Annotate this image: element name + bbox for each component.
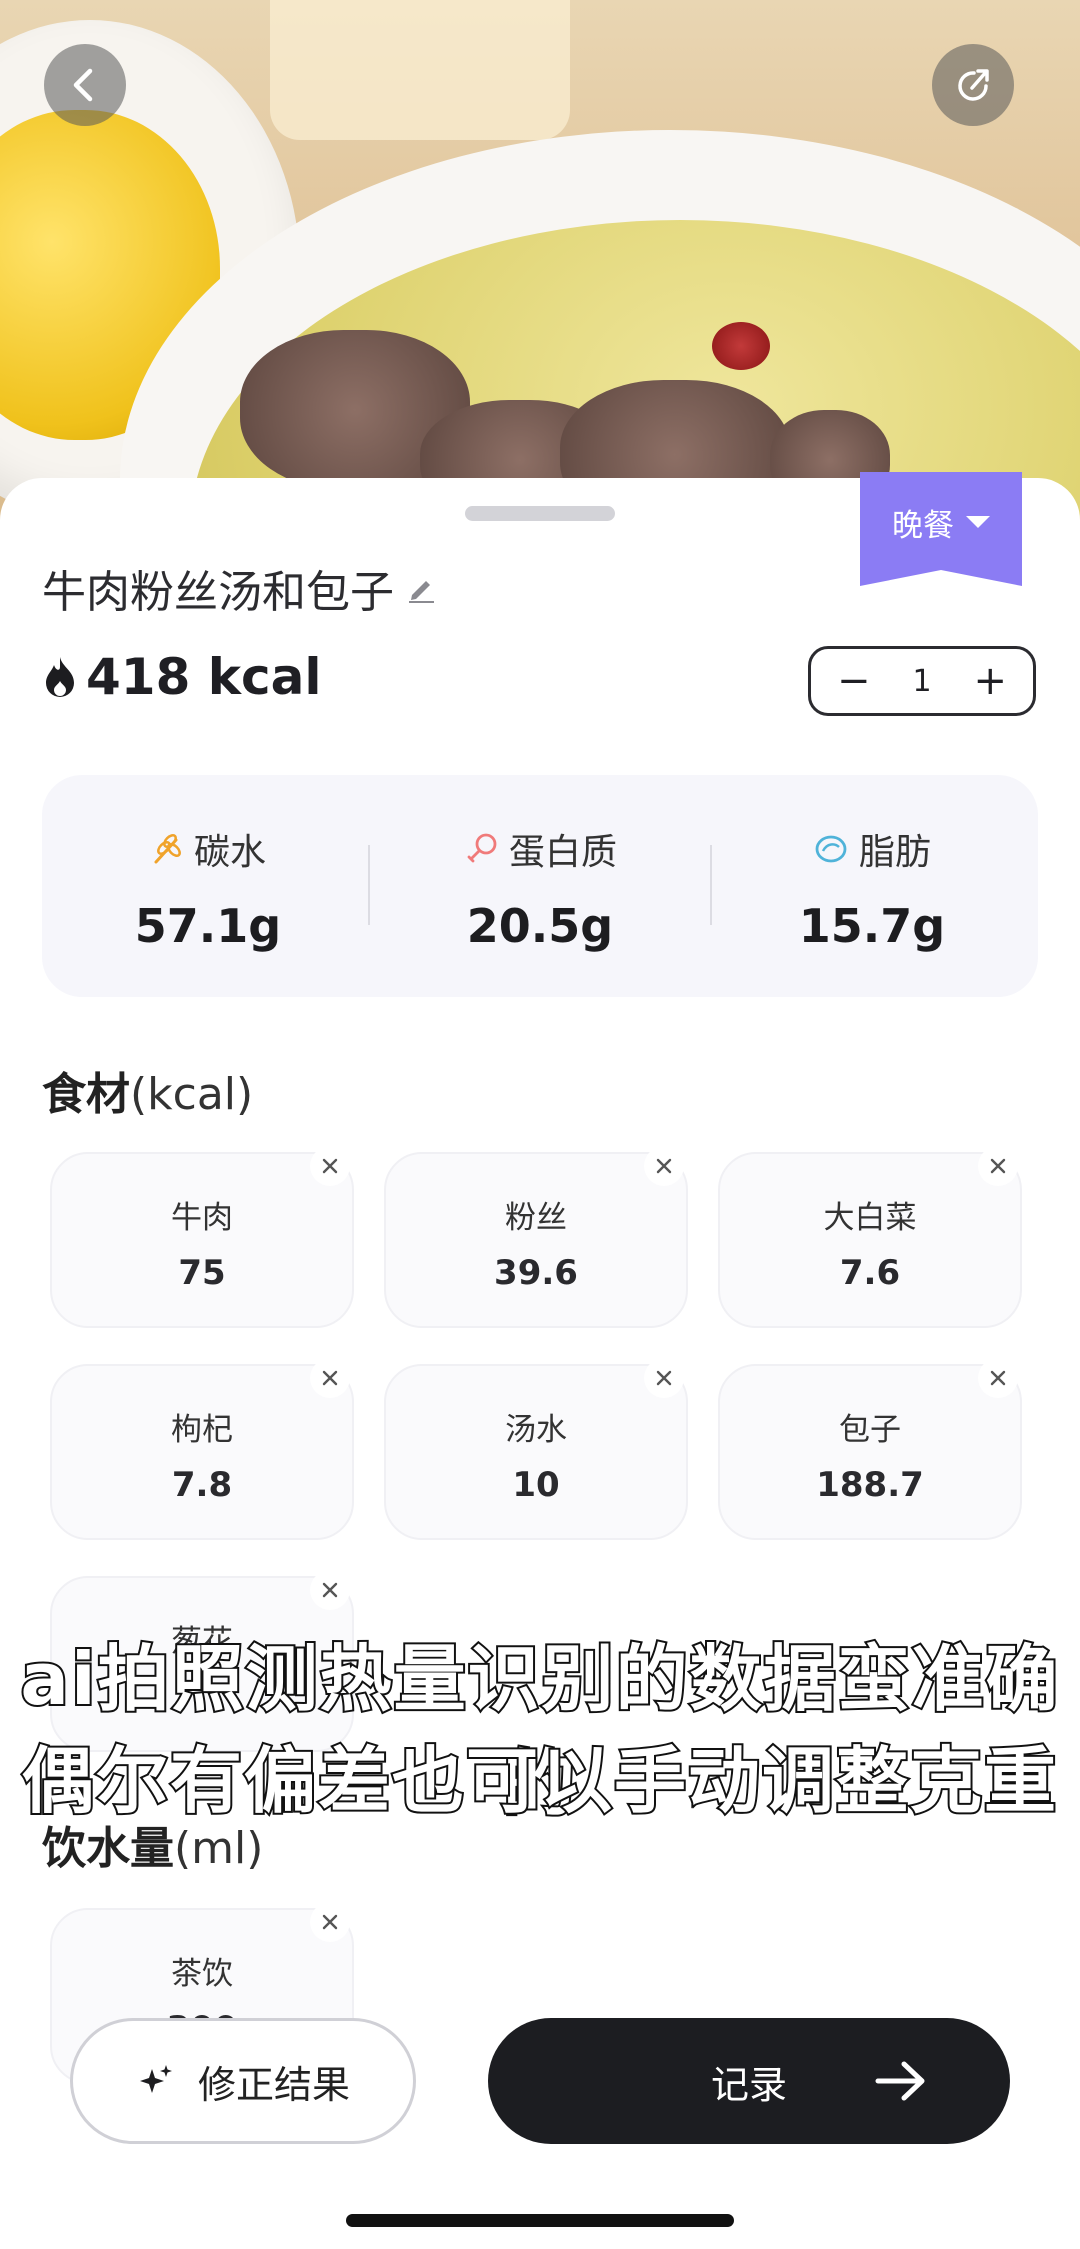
macro-value: 15.7g <box>798 899 946 953</box>
ingredient-chip[interactable]: 汤水 10 <box>384 1358 688 1540</box>
chevron-left-icon <box>73 68 93 102</box>
macro-fat: 脂肪 15.7g <box>706 775 1038 997</box>
meal-type-label: 晚餐 <box>892 508 954 544</box>
macro-carbs: 碳水 57.1g <box>42 775 374 997</box>
calorie-total: 418 kcal <box>40 648 322 706</box>
ingredient-name: 包子 <box>839 1412 901 1448</box>
close-icon[interactable] <box>310 1570 350 1610</box>
ingredient-chip[interactable]: 枸杞 7.8 <box>50 1358 354 1540</box>
drumstick-icon <box>467 833 497 863</box>
macro-label: 脂肪 <box>858 832 931 873</box>
minus-icon[interactable]: − <box>837 661 871 701</box>
ingredients-unit: (kcal) <box>130 1069 254 1120</box>
back-button[interactable] <box>44 44 126 126</box>
macro-summary: 碳水 57.1g 蛋白质 20.5g 脂肪 15.7g <box>42 775 1038 997</box>
ingredient-kcal: 7.8 <box>171 1465 233 1505</box>
close-icon[interactable] <box>310 1358 350 1398</box>
close-icon[interactable] <box>310 1902 350 1942</box>
sparkle-icon <box>139 2065 172 2093</box>
ingredient-name: 枸杞 <box>171 1412 233 1448</box>
ingredient-name: 牛肉 <box>171 1200 233 1236</box>
water-name: 茶饮 <box>171 1956 233 1992</box>
pencil-icon[interactable] <box>406 573 436 603</box>
ingredients-title: 食材 <box>42 1069 130 1120</box>
caret-down-icon <box>966 516 990 528</box>
ingredient-kcal: 75 <box>178 1253 226 1293</box>
share-button[interactable] <box>932 44 1014 126</box>
close-icon[interactable] <box>644 1146 684 1186</box>
ingredient-chip[interactable]: 粉丝 39.6 <box>384 1146 688 1328</box>
macro-label: 碳水 <box>193 832 266 873</box>
wheat-icon <box>154 834 181 864</box>
ingredient-kcal: 39.6 <box>494 1253 578 1293</box>
oil-drop-icon <box>815 835 847 863</box>
close-icon[interactable] <box>978 1358 1018 1398</box>
ingredient-kcal: 7.6 <box>839 1253 901 1293</box>
correct-result-button[interactable]: 修正结果 <box>70 2018 416 2144</box>
water-title: 饮水量 <box>42 1823 174 1874</box>
cup-shape <box>270 0 570 140</box>
goji-berry <box>712 322 770 370</box>
portion-value: 1 <box>912 663 932 699</box>
water-unit: (ml) <box>174 1823 264 1874</box>
portion-stepper[interactable]: − 1 + <box>808 646 1036 716</box>
drag-handle[interactable] <box>465 506 615 521</box>
ingredient-chip[interactable]: 大白菜 7.6 <box>718 1146 1022 1328</box>
plus-icon[interactable]: + <box>973 661 1007 701</box>
macro-value: 20.5g <box>466 899 614 953</box>
meal-type-selector[interactable]: 晚餐 <box>860 472 1022 586</box>
ingredient-kcal: 188.7 <box>816 1465 924 1505</box>
divider <box>368 845 370 925</box>
ingredient-name: 粉丝 <box>505 1200 567 1236</box>
arrow-right-icon <box>875 2061 925 2101</box>
flame-icon <box>46 657 74 697</box>
ingredient-chip[interactable]: 牛肉 75 <box>50 1146 354 1328</box>
home-indicator <box>346 2214 734 2227</box>
ingredient-kcal: 10 <box>512 1465 560 1505</box>
ingredient-chip[interactable]: 包子 188.7 <box>718 1358 1022 1540</box>
ingredient-name: 大白菜 <box>823 1200 917 1236</box>
water-heading: 饮水量(ml) <box>42 1812 263 1876</box>
close-icon[interactable] <box>644 1358 684 1398</box>
close-icon[interactable] <box>310 1146 350 1186</box>
share-icon <box>958 69 989 101</box>
dish-name: 牛肉粉丝汤和包子 <box>42 567 394 618</box>
calorie-value: 418 kcal <box>86 648 322 706</box>
correct-result-label: 修正结果 <box>197 2062 350 2107</box>
macro-value: 57.1g <box>134 899 282 953</box>
macro-label: 蛋白质 <box>508 832 617 873</box>
close-icon[interactable] <box>978 1146 1018 1186</box>
dish-title[interactable]: 牛肉粉丝汤和包子 <box>42 556 436 620</box>
ingredients-heading: 食材(kcal) <box>42 1058 253 1122</box>
record-button[interactable]: 记录 <box>488 2018 1010 2144</box>
record-label: 记录 <box>710 2062 787 2107</box>
ingredient-name: 汤水 <box>505 1412 567 1448</box>
macro-protein: 蛋白质 20.5g <box>374 775 706 997</box>
